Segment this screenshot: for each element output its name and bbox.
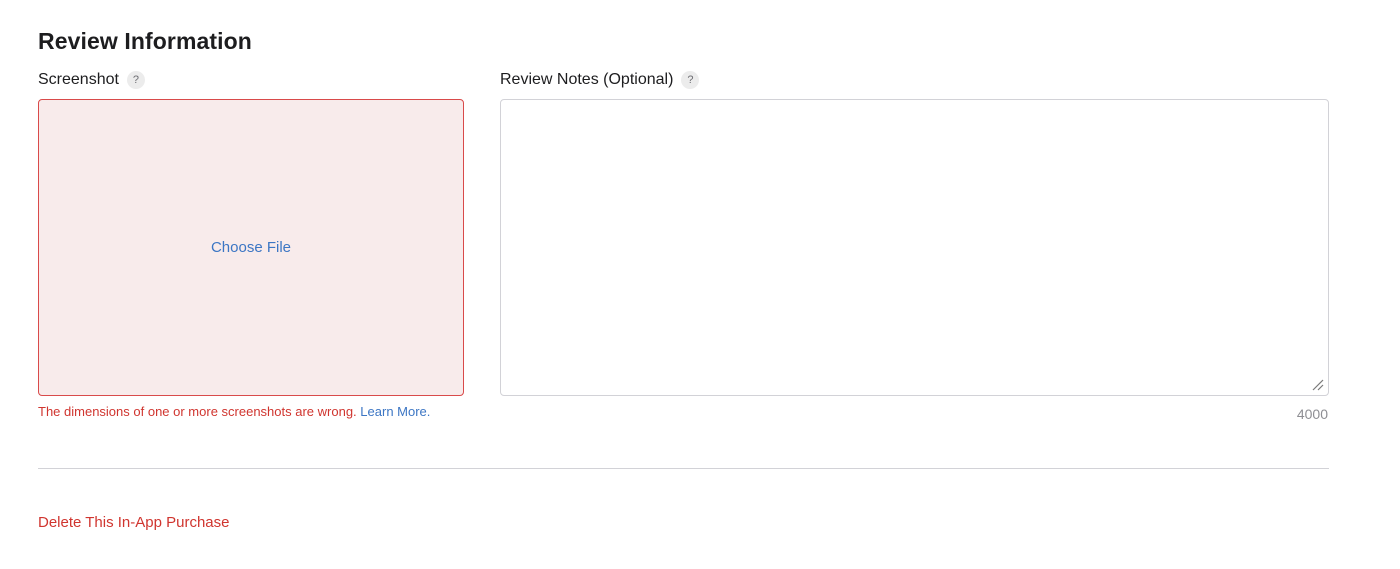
review-notes-textarea[interactable] bbox=[500, 99, 1329, 396]
screenshot-label-row: Screenshot ? bbox=[38, 71, 145, 89]
delete-in-app-purchase-link[interactable]: Delete This In-App Purchase bbox=[38, 514, 230, 531]
divider bbox=[38, 468, 1329, 469]
review-notes-label: Review Notes (Optional) bbox=[500, 71, 674, 88]
choose-file-button[interactable]: Choose File bbox=[211, 239, 291, 256]
screenshot-label: Screenshot bbox=[38, 71, 119, 88]
resize-handle-icon[interactable] bbox=[1310, 377, 1324, 391]
review-information-page: Review Information Screenshot ? Review N… bbox=[0, 0, 1400, 569]
learn-more-link[interactable]: Learn More. bbox=[360, 404, 430, 419]
review-notes-label-row: Review Notes (Optional) ? bbox=[500, 71, 700, 89]
section-title: Review Information bbox=[38, 28, 252, 54]
character-count: 4000 bbox=[1296, 406, 1328, 422]
screenshot-dropzone[interactable]: Choose File bbox=[38, 99, 464, 396]
error-text: The dimensions of one or more screenshot… bbox=[38, 404, 357, 419]
help-icon[interactable]: ? bbox=[126, 71, 145, 89]
screenshot-error-message: The dimensions of one or more screenshot… bbox=[38, 404, 430, 419]
help-icon[interactable]: ? bbox=[681, 71, 700, 89]
